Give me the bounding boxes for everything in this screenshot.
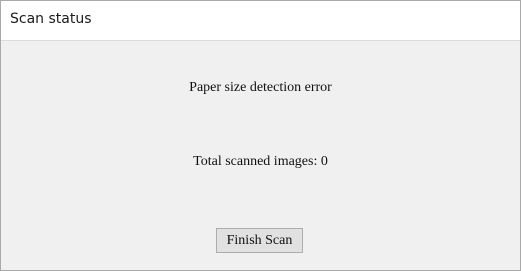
window-title: Scan status bbox=[10, 11, 92, 27]
title-bar[interactable]: Scan status bbox=[1, 1, 520, 41]
scanned-count-text: Total scanned images: 0 bbox=[193, 154, 328, 169]
error-message: Paper size detection error bbox=[189, 80, 332, 95]
scan-status-dialog: Scan status Paper size detection error T… bbox=[0, 0, 521, 271]
finish-scan-button[interactable]: Finish Scan bbox=[216, 228, 303, 253]
